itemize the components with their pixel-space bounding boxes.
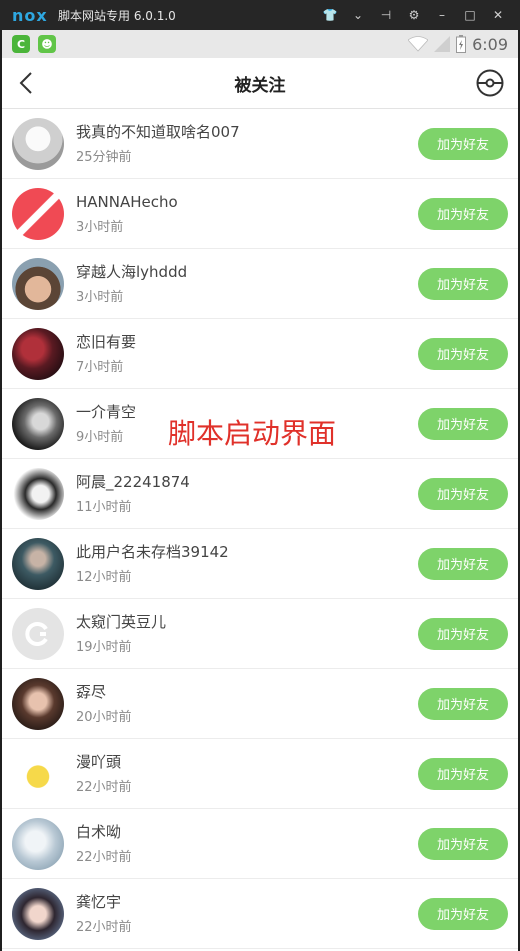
avatar[interactable] [12,817,64,870]
list-item[interactable]: 太窥门英豆儿 19小时前 加为好友 [2,599,518,669]
avatar[interactable] [12,607,64,660]
avatar[interactable] [12,187,64,240]
shirt-icon[interactable]: 👕 [316,8,344,22]
user-name: 漫吖頭 [76,753,122,771]
avatar[interactable] [12,747,64,800]
follow-time: 19小时前 [76,640,132,655]
more-options-icon[interactable] [476,69,504,97]
user-name: 穿越人海lyhddd [76,263,188,281]
wifi-icon [408,36,429,52]
user-name: 恋旧有要 [76,333,137,351]
add-friend-button[interactable]: 加为好友 [418,547,508,580]
list-item[interactable]: HANNAHecho 3小时前 加为好友 [2,179,518,249]
avatar[interactable] [12,397,64,450]
add-friend-button[interactable]: 加为好友 [418,477,508,510]
list-item[interactable]: 穿越人海lyhddd 3小时前 加为好友 [2,249,518,319]
list-item[interactable]: 恋旧有要 7小时前 加为好友 [2,319,518,389]
avatar[interactable] [12,117,64,170]
user-name: 我真的不知道取啥名007 [76,123,240,141]
list-item[interactable]: 此用户名未存档39142 12小时前 加为好友 [2,529,518,599]
battery-icon [456,35,467,53]
follow-time: 22小时前 [76,780,132,795]
add-friend-button[interactable]: 加为好友 [418,337,508,370]
follow-time: 11小时前 [76,500,132,515]
chevron-down-icon[interactable]: ⌄ [344,8,372,22]
user-name: 龚忆宇 [76,893,122,911]
list-item[interactable]: 白术呦 22小时前 加为好友 [2,809,518,879]
follow-time: 12小时前 [76,570,132,585]
page-title: 被关注 [234,75,286,96]
emulator-logo: nox [12,5,48,25]
add-friend-button[interactable]: 加为好友 [418,757,508,790]
notification-robot-icon: ☻ [38,35,56,53]
close-icon[interactable]: ✕ [484,8,512,22]
overlay-watermark-text: 脚本启动界面 [168,417,337,450]
signal-icon [434,36,451,52]
follow-time: 25分钟前 [76,150,132,165]
add-friend-button[interactable]: 加为好友 [418,127,508,160]
user-name: HANNAHecho [76,193,178,211]
add-friend-button[interactable]: 加为好友 [418,407,508,440]
top-nav-bar: 被关注 [2,58,518,109]
maximize-icon[interactable]: □ [456,8,484,22]
back-arrow-icon[interactable] [14,70,40,96]
pin-icon[interactable]: ⊣ [372,8,400,22]
emulator-title-bar: nox 脚本网站专用 6.0.1.0 👕 ⌄ ⊣ ⚙ – □ ✕ [0,0,520,30]
emulator-title: 脚本网站专用 6.0.1.0 [58,8,176,23]
list-item[interactable]: 龚忆宇 22小时前 加为好友 [2,879,518,949]
list-item[interactable]: 我真的不知道取啥名007 25分钟前 加为好友 [2,109,518,179]
follow-time: 20小时前 [76,710,132,725]
follower-list: 我真的不知道取啥名007 25分钟前 加为好友 HANNAHecho 3小时前 … [2,109,518,949]
avatar[interactable] [12,887,64,940]
follow-time: 7小时前 [76,360,124,375]
list-item[interactable]: 漫吖頭 22小时前 加为好友 [2,739,518,809]
user-name: 此用户名未存档39142 [76,543,229,561]
add-friend-button[interactable]: 加为好友 [418,197,508,230]
android-status-bar: C ☻ 6:09 [2,30,518,58]
notification-app-icon: C [12,35,30,53]
avatar[interactable] [12,257,64,310]
follow-time: 3小时前 [76,220,124,235]
status-time: 6:09 [472,34,508,54]
avatar[interactable] [12,537,64,590]
add-friend-button[interactable]: 加为好友 [418,267,508,300]
follow-time: 22小时前 [76,920,132,935]
follow-time: 3小时前 [76,290,124,305]
follow-time: 22小时前 [76,850,132,865]
app-screen: 被关注 我真的不知道取啥名007 25分钟前 加为好友 HANNAHecho 3… [2,58,518,951]
gear-icon[interactable]: ⚙ [400,8,428,22]
avatar[interactable] [12,327,64,380]
list-item[interactable]: 孬尽 20小时前 加为好友 [2,669,518,739]
add-friend-button[interactable]: 加为好友 [418,897,508,930]
default-avatar-icon [25,621,48,646]
list-item[interactable]: 阿晨_22241874 11小时前 加为好友 [2,459,518,529]
user-name: 阿晨_22241874 [76,473,190,491]
user-name: 白术呦 [76,823,122,841]
add-friend-button[interactable]: 加为好友 [418,827,508,860]
user-name: 孬尽 [76,683,107,701]
add-friend-button[interactable]: 加为好友 [418,687,508,720]
avatar[interactable] [12,677,64,730]
minimize-icon[interactable]: – [428,8,456,22]
add-friend-button[interactable]: 加为好友 [418,617,508,650]
avatar[interactable] [12,467,64,520]
user-name: 太窥门英豆儿 [76,613,167,631]
